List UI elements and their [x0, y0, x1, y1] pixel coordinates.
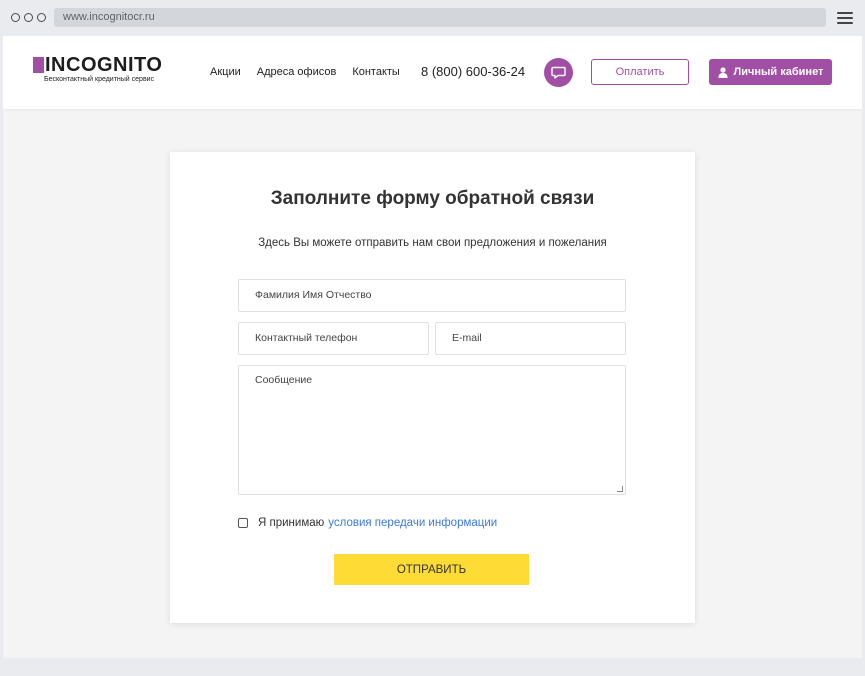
window-dot-icon[interactable] — [24, 13, 33, 22]
submit-button[interactable]: ОТПРАВИТЬ — [334, 554, 529, 585]
logo-square-icon — [33, 57, 44, 73]
browser-chrome: www.incognitocr.ru — [0, 0, 865, 36]
logo-subtitle: Бесконтактный кредитный сервис — [44, 76, 155, 83]
window-dot-icon[interactable] — [11, 13, 20, 22]
consent-row: Я принимаю условия передачи информации — [238, 517, 497, 529]
address-bar[interactable]: www.incognitocr.ru — [54, 8, 826, 27]
phone-number[interactable]: 8 (800) 600-36-24 — [421, 64, 525, 79]
logo-mark: INCOGNITO — [33, 54, 163, 76]
user-icon — [718, 66, 728, 78]
phone-input[interactable]: Контактный телефон — [238, 322, 429, 355]
message-textarea[interactable]: Сообщение — [238, 365, 626, 495]
window-controls — [11, 13, 46, 22]
logo-text: INCOGNITO — [45, 54, 163, 76]
window-dot-icon[interactable] — [37, 13, 46, 22]
email-input[interactable]: E-mail — [435, 322, 626, 355]
personal-account-button[interactable]: Личный кабинет — [709, 59, 832, 85]
chat-button[interactable] — [544, 58, 573, 87]
chat-bubble-icon — [551, 66, 566, 79]
full-name-input[interactable]: Фамилия Имя Отчество — [238, 279, 626, 312]
personal-account-label: Личный кабинет — [733, 66, 824, 78]
nav-item-contacts[interactable]: Контакты — [352, 66, 400, 78]
pay-button[interactable]: Оплатить — [591, 59, 689, 85]
hamburger-menu-icon[interactable] — [837, 12, 853, 24]
nav-item-offices[interactable]: Адреса офисов — [257, 66, 337, 78]
feedback-form-card: Заполните форму обратной связи Здесь Вы … — [170, 152, 695, 623]
form-title: Заполните форму обратной связи — [270, 188, 595, 209]
consent-checkbox[interactable] — [238, 518, 248, 528]
resize-handle-icon[interactable] — [617, 486, 623, 492]
message-placeholder: Сообщение — [255, 374, 313, 386]
form-subtitle: Здесь Вы можете отправить нам свои предл… — [258, 237, 607, 249]
consent-terms-link[interactable]: условия передачи информации — [328, 517, 497, 529]
nav-item-promotions[interactable]: Акции — [210, 66, 241, 78]
site-header: INCOGNITO Бесконтактный кредитный сервис… — [3, 36, 862, 109]
main-nav: Акции Адреса офисов Контакты — [210, 66, 400, 78]
page-viewport: INCOGNITO Бесконтактный кредитный сервис… — [3, 36, 862, 658]
logo[interactable]: INCOGNITO Бесконтактный кредитный сервис — [33, 54, 163, 83]
consent-text: Я принимаю — [258, 517, 325, 529]
